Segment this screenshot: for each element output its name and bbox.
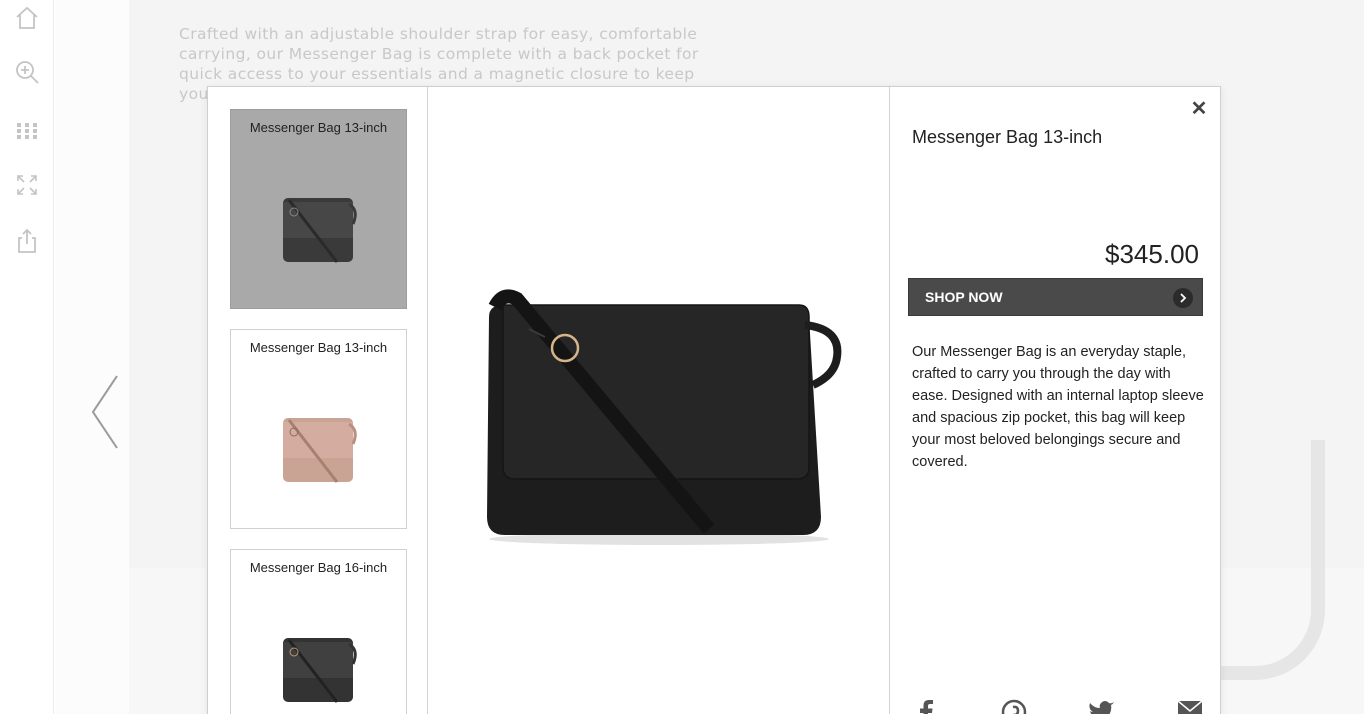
thumbnail-item[interactable]: Messenger Bag 13-inch (230, 109, 407, 309)
bag-thumbnail-image (283, 638, 357, 703)
chevron-left-icon (91, 375, 118, 449)
product-modal: Messenger Bag 13-inch Messenger Bag 13-i… (207, 86, 1221, 714)
twitter-icon[interactable] (1088, 699, 1116, 714)
share-bar (912, 699, 1204, 714)
previous-page-button[interactable] (88, 374, 122, 450)
facebook-icon[interactable] (912, 699, 940, 714)
thumbnail-list: Messenger Bag 13-inch Messenger Bag 13-i… (208, 87, 428, 714)
close-icon: ✕ (1190, 98, 1208, 120)
shop-now-button[interactable]: SHOP NOW (908, 278, 1203, 316)
share-icon (18, 228, 36, 253)
thumbnail-title: Messenger Bag 16-inch (249, 560, 388, 575)
share-button[interactable] (12, 226, 42, 256)
grid-icon (17, 123, 37, 139)
background-bag-strap (1205, 440, 1325, 680)
page-margin (55, 0, 129, 714)
email-icon[interactable] (1176, 699, 1204, 714)
zoom-button[interactable] (12, 57, 42, 87)
fullscreen-button[interactable] (12, 170, 42, 200)
product-price: $345.00 (1105, 239, 1199, 269)
bag-thumbnail-image (283, 198, 357, 263)
pinterest-icon[interactable] (1000, 699, 1028, 714)
thumbnail-title: Messenger Bag 13-inch (249, 340, 388, 355)
messenger-bag-image (487, 289, 842, 545)
home-button[interactable] (12, 3, 42, 33)
product-description: Our Messenger Bag is an everyday staple,… (912, 344, 1204, 470)
chevron-right-icon (1173, 288, 1193, 308)
fullscreen-icon (17, 175, 37, 195)
product-details: ✕ Messenger Bag 13-inch $345.00 SHOP NOW… (891, 87, 1221, 714)
home-icon (16, 6, 38, 29)
toolbar-rail (0, 0, 54, 714)
product-title: Messenger Bag 13-inch (912, 127, 1103, 147)
thumbnail-title: Messenger Bag 13-inch (249, 120, 388, 135)
shop-now-label: SHOP NOW (925, 289, 1003, 305)
product-main-image (429, 87, 890, 714)
grid-button[interactable] (12, 116, 42, 146)
thumbnail-item[interactable]: Messenger Bag 16-inch (230, 549, 407, 714)
bag-thumbnail-image (283, 418, 357, 483)
zoom-in-icon (16, 61, 39, 84)
thumbnail-item[interactable]: Messenger Bag 13-inch (230, 329, 407, 529)
close-button[interactable]: ✕ (1189, 99, 1209, 119)
